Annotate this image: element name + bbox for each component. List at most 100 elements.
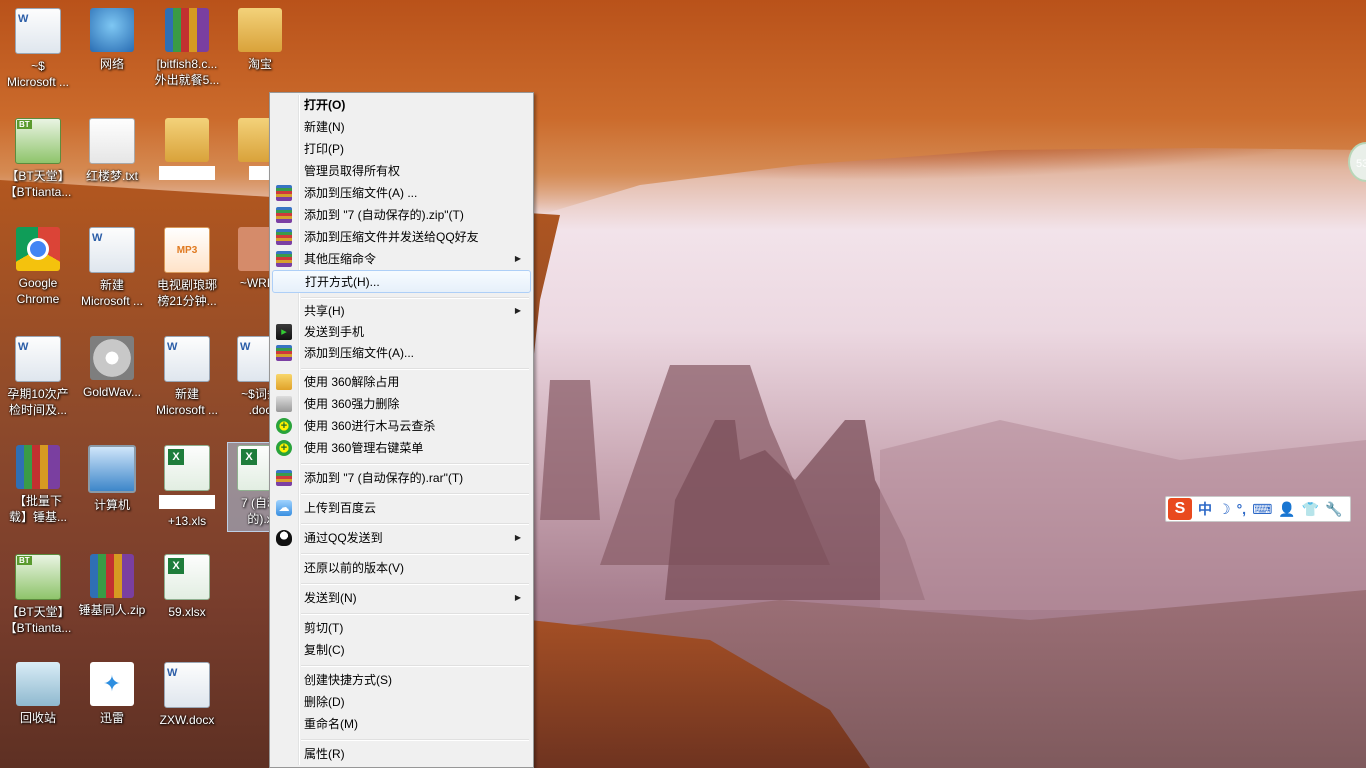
menu-item-restore-previous[interactable]: 还原以前的版本(V) xyxy=(272,557,531,579)
desktop-icon-xlsx-59[interactable]: 59.xlsx xyxy=(149,554,225,620)
desktop-icon-taobao[interactable]: 淘宝 xyxy=(222,8,298,72)
desktop-icon-google-chrome[interactable]: Google Chrome xyxy=(0,227,76,307)
menu-item-360-manage-menu[interactable]: + 使用 360管理右键菜单 xyxy=(272,437,531,459)
skin-shirt-icon[interactable]: 👕 xyxy=(1302,501,1319,518)
computer-monitor-icon xyxy=(88,445,136,493)
menu-item-send-via-qq[interactable]: 通过QQ发送到 ▶ xyxy=(272,527,531,549)
menu-item-delete[interactable]: 删除(D) xyxy=(272,691,531,713)
winrar-icon xyxy=(276,229,292,245)
network-globe-icon xyxy=(90,8,134,52)
desktop-icon-zxw-docx[interactable]: ZXW.docx xyxy=(149,662,225,728)
desktop-icon-folder-redacted[interactable] xyxy=(149,118,225,184)
word-document-icon xyxy=(164,336,210,382)
menu-separator xyxy=(301,665,529,667)
qq-penguin-icon xyxy=(276,530,292,546)
menu-item-upload-baidu-cloud[interactable]: ☁ 上传到百度云 xyxy=(272,497,531,519)
text-file-icon xyxy=(89,118,135,164)
winrar-icon xyxy=(276,470,292,486)
ime-mode-toggle[interactable]: 中 xyxy=(1198,499,1212,519)
360-security-icon: + xyxy=(276,418,292,434)
winrar-icon xyxy=(276,207,292,223)
bt-globe-icon xyxy=(15,554,61,600)
desktop-icon-chuiji-zip[interactable]: 锤基同人.zip xyxy=(74,554,150,618)
desktop-icon-bt-tiantang-2[interactable]: 【BT天堂】 【BTtianta... xyxy=(0,554,76,636)
desktop-icon-recycle-bin[interactable]: 回收站 xyxy=(0,662,76,726)
submenu-arrow-icon: ▶ xyxy=(514,306,521,315)
menu-item-create-shortcut[interactable]: 创建快捷方式(S) xyxy=(272,669,531,691)
word-document-icon xyxy=(15,336,61,382)
context-menu: 打开(O) 新建(N) 打印(P) 管理员取得所有权 添加到压缩文件(A) ..… xyxy=(269,92,534,768)
360-unlock-icon xyxy=(276,374,292,390)
menu-item-new[interactable]: 新建(N) xyxy=(272,116,531,138)
punctuation-icon[interactable]: °, xyxy=(1237,501,1247,517)
wrench-settings-icon[interactable]: 🔧 xyxy=(1325,501,1342,518)
menu-item-archive-send-qq[interactable]: 添加到压缩文件并发送给QQ好友 xyxy=(272,226,531,248)
desktop-icon-mp3[interactable]: MP3 电视剧琅琊 榜21分钟... xyxy=(149,227,225,309)
menu-item-rename[interactable]: 重命名(M) xyxy=(272,713,531,735)
menu-item-open[interactable]: 打开(O) xyxy=(272,94,531,116)
menu-item-add-to-zip[interactable]: 添加到 "7 (自动保存的).zip"(T) xyxy=(272,204,531,226)
desktop-icon-new-word-doc[interactable]: 新建 Microsoft ... xyxy=(74,227,150,309)
desktop-icon-xunlei[interactable]: ✦ 迅雷 xyxy=(74,662,150,726)
winrar-archive-icon xyxy=(165,8,209,52)
goldwave-disc-icon xyxy=(90,336,134,380)
word-document-icon xyxy=(164,662,210,708)
menu-item-360-trojan-scan[interactable]: + 使用 360进行木马云查杀 xyxy=(272,415,531,437)
sogou-logo-icon[interactable]: S xyxy=(1168,498,1192,520)
menu-item-cut[interactable]: 剪切(T) xyxy=(272,617,531,639)
menu-separator xyxy=(301,368,529,370)
phone-icon: ▸ xyxy=(276,324,292,340)
winrar-icon xyxy=(276,185,292,201)
wallpaper-mesa xyxy=(540,380,600,520)
excel-file-icon xyxy=(164,554,210,600)
menu-item-send-to[interactable]: 发送到(N) ▶ xyxy=(272,587,531,609)
ime-toolbar[interactable]: S 中 ☽ °, ⌨ 👤 👕 🔧 xyxy=(1165,496,1351,522)
menu-item-properties[interactable]: 属性(R) xyxy=(272,743,531,765)
chrome-icon xyxy=(16,227,60,271)
redacted-label xyxy=(249,166,271,180)
menu-item-360-force-delete[interactable]: 使用 360强力删除 xyxy=(272,393,531,415)
excel-file-icon xyxy=(164,445,210,491)
desktop-icon-batch-download[interactable]: 【批量下 载】锤基... xyxy=(0,445,76,525)
desktop-icon-network[interactable]: 网络 xyxy=(74,8,150,72)
menu-separator xyxy=(301,523,529,525)
folder-icon xyxy=(238,8,282,52)
menu-separator xyxy=(301,553,529,555)
mp3-file-icon: MP3 xyxy=(164,227,210,273)
shredder-icon xyxy=(276,396,292,412)
desktop-icon-pregnancy-doc[interactable]: 孕期10次产 检时间及... xyxy=(0,336,76,418)
menu-item-add-to-rar[interactable]: 添加到 "7 (自动保存的).rar"(T) xyxy=(272,467,531,489)
desktop-icon-xls-13[interactable]: +13.xls xyxy=(149,445,225,529)
folder-icon xyxy=(165,118,209,162)
menu-item-take-ownership[interactable]: 管理员取得所有权 xyxy=(272,160,531,182)
keyboard-icon[interactable]: ⌨ xyxy=(1252,501,1272,518)
moon-icon[interactable]: ☽ xyxy=(1218,501,1231,518)
menu-separator xyxy=(301,613,529,615)
submenu-arrow-icon: ▶ xyxy=(514,254,521,263)
winrar-icon xyxy=(276,251,292,267)
desktop-icon-hongloumeng-txt[interactable]: 红楼梦.txt xyxy=(74,118,150,184)
desktop-icon-computer[interactable]: 计算机 xyxy=(74,445,150,513)
winrar-icon xyxy=(276,345,292,361)
user-icon[interactable]: 👤 xyxy=(1278,501,1295,518)
menu-item-360-unlock[interactable]: 使用 360解除占用 xyxy=(272,371,531,393)
desktop-icon-new-word-doc-2[interactable]: 新建 Microsoft ... xyxy=(149,336,225,418)
redacted-label xyxy=(159,495,215,509)
menu-item-add-to-archive-2[interactable]: 添加到压缩文件(A)... xyxy=(272,342,531,364)
desktop-icon-goldwave[interactable]: GoldWav... xyxy=(74,336,150,400)
menu-item-other-compress[interactable]: 其他压缩命令 ▶ xyxy=(272,248,531,270)
desktop-icon-bt-tiantang[interactable]: 【BT天堂】 【BTtianta... xyxy=(0,118,76,200)
desktop-icon-bitfish-archive[interactable]: [bitfish8.c... 外出就餐5... xyxy=(149,8,225,88)
menu-separator xyxy=(301,493,529,495)
menu-item-copy[interactable]: 复制(C) xyxy=(272,639,531,661)
submenu-arrow-icon: ▶ xyxy=(514,593,521,602)
menu-item-share[interactable]: 共享(H) ▶ xyxy=(272,300,531,322)
redacted-label xyxy=(159,166,215,180)
word-document-icon xyxy=(15,8,61,54)
menu-item-open-with[interactable]: 打开方式(H)... xyxy=(272,270,531,293)
winrar-archive-icon xyxy=(90,554,134,598)
menu-item-add-to-archive[interactable]: 添加到压缩文件(A) ... xyxy=(272,182,531,204)
menu-item-print[interactable]: 打印(P) xyxy=(272,138,531,160)
menu-item-send-to-phone[interactable]: ▸ 发送到手机 xyxy=(272,321,531,343)
desktop-icon-word-temp[interactable]: ~$ Microsoft ... xyxy=(0,8,76,90)
